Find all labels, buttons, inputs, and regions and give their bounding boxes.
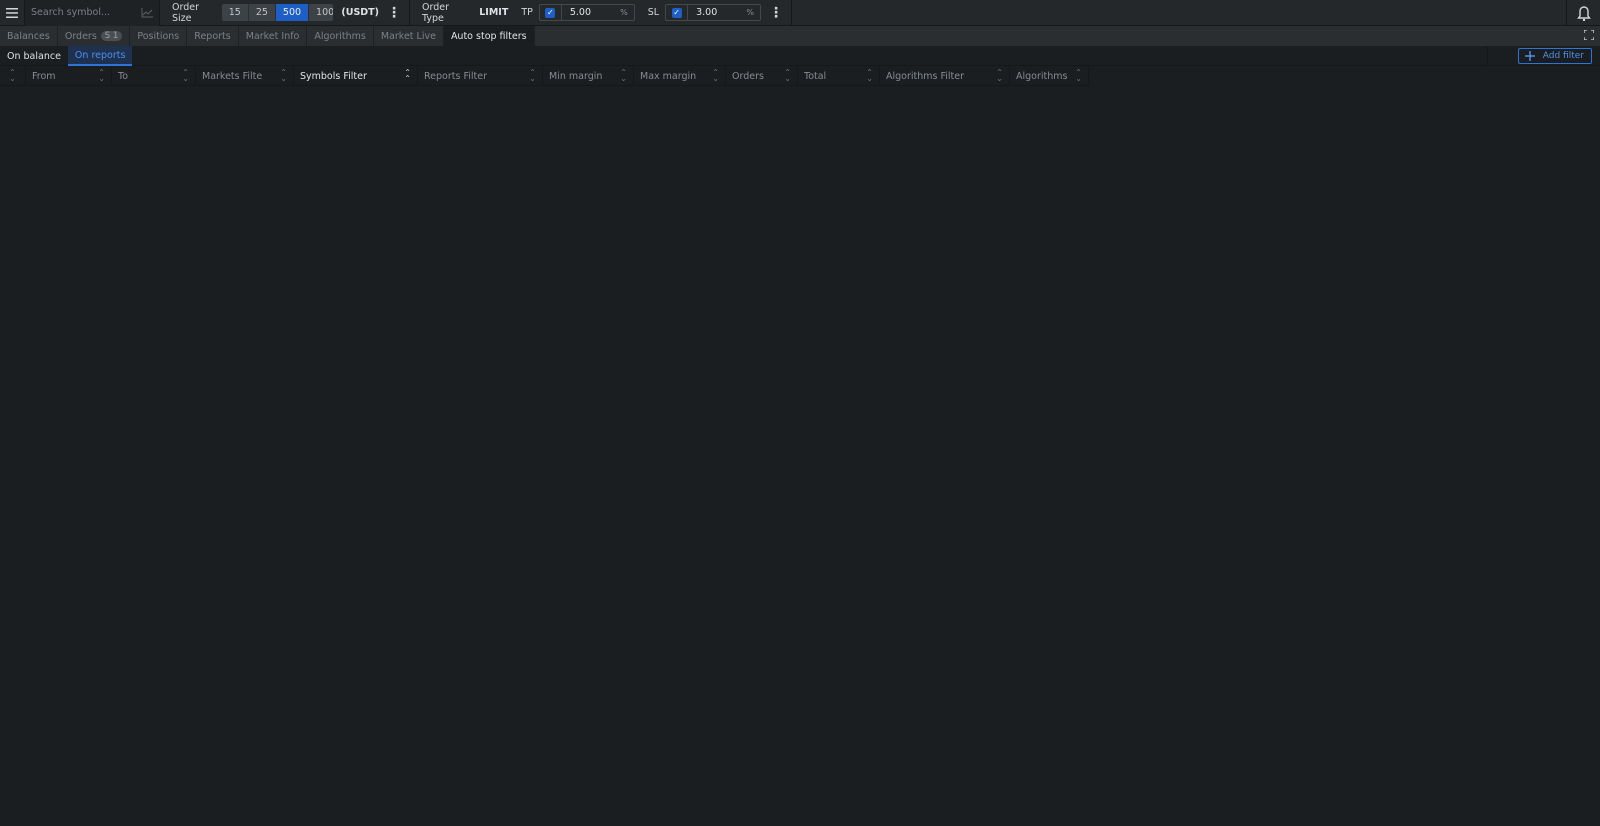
menu-button[interactable]	[0, 0, 25, 26]
sort-icon: ⌃ ⌄	[996, 68, 1003, 83]
tab-algorithms[interactable]: Algorithms	[307, 26, 374, 46]
order-size-more-icon[interactable]: ⋮	[387, 5, 401, 21]
column-markets-filter[interactable]: Markets Filte ⌃ ⌄	[196, 66, 294, 86]
sort-icon: ⌃ ⌄	[1075, 68, 1082, 83]
currency-label: (USDT)	[341, 7, 379, 18]
order-type-group: Order Type LIMIT TP ✓ 5.00 % SL ✓ 3.00 %…	[410, 0, 792, 26]
sort-icon: ⌃ ⌄	[98, 68, 105, 83]
symbol-search	[25, 0, 160, 26]
sort-icon: ⌃ ⌄	[280, 68, 287, 83]
tab-reports[interactable]: Reports	[187, 26, 239, 46]
hamburger-icon	[6, 7, 18, 18]
size-option-500[interactable]: 500	[275, 4, 310, 21]
tp-label: TP	[521, 7, 533, 18]
sort-ascending-icon: ⌃ ⌃	[404, 68, 411, 83]
order-type-more-icon[interactable]: ⋮	[769, 5, 783, 21]
sort-icon: ⌃ ⌄	[712, 68, 719, 83]
tab-market-live[interactable]: Market Live	[374, 26, 444, 46]
column-from[interactable]: From ⌃ ⌄	[26, 66, 112, 86]
subtabs: On balance On reports	[0, 46, 1600, 66]
notifications-button[interactable]	[1566, 0, 1600, 26]
sort-icon: ⌃ ⌄	[9, 68, 16, 83]
column-label: Algorithms	[1016, 70, 1068, 82]
tp-field: ✓ 5.00 %	[538, 4, 635, 21]
tab-orders-label: Orders	[64, 30, 97, 42]
column-label: To	[118, 70, 129, 82]
column-orders[interactable]: Orders ⌃ ⌄	[726, 66, 798, 86]
tp-percent: %	[620, 8, 628, 17]
plus-icon	[1524, 51, 1535, 61]
tp-input[interactable]: 5.00	[562, 7, 620, 18]
order-type-value[interactable]: LIMIT	[479, 7, 508, 18]
column-label: Orders	[732, 70, 764, 82]
column-label: Markets Filte	[202, 70, 263, 82]
column-label: Algorithms Filter	[886, 70, 965, 82]
tab-auto-stop-filters[interactable]: Auto stop filters	[443, 26, 535, 46]
add-filter-label: Add filter	[1542, 51, 1584, 61]
sort-icon: ⌃ ⌄	[620, 68, 627, 83]
order-size-label: Order Size	[172, 1, 199, 24]
tab-orders[interactable]: Orders S 1	[58, 26, 131, 46]
chart-icon[interactable]	[141, 7, 153, 18]
subtab-on-balance[interactable]: On balance	[0, 46, 68, 66]
subtab-on-reports[interactable]: On reports	[67, 46, 133, 66]
tab-market-info[interactable]: Market Info	[239, 26, 308, 46]
check-icon: ✓	[545, 7, 556, 18]
column-to[interactable]: To ⌃ ⌄	[112, 66, 196, 86]
column-max-margin[interactable]: Max margin ⌃ ⌄	[634, 66, 726, 86]
sort-all-column[interactable]: ⌃ ⌄	[0, 66, 26, 86]
add-filter-button[interactable]: Add filter	[1517, 48, 1592, 64]
sl-checkbox[interactable]: ✓	[666, 5, 689, 20]
divider	[1487, 46, 1488, 66]
column-min-margin[interactable]: Min margin ⌃ ⌄	[543, 66, 634, 86]
check-icon: ✓	[671, 7, 682, 18]
sl-input[interactable]: 3.00	[688, 7, 746, 18]
column-label: Total	[804, 70, 827, 82]
column-label: Reports Filter	[424, 70, 487, 82]
tab-balances[interactable]: Balances	[0, 26, 58, 46]
column-label: From	[32, 70, 56, 82]
sort-icon: ⌃ ⌄	[866, 68, 873, 83]
size-option-15[interactable]: 15	[221, 4, 249, 21]
column-algorithms[interactable]: Algorithms ⌃ ⌄	[1010, 66, 1089, 86]
size-option-1000[interactable]: 1000	[309, 4, 334, 21]
size-option-25[interactable]: 25	[248, 4, 276, 21]
column-algorithms-filter[interactable]: Algorithms Filter ⌃ ⌄	[880, 66, 1010, 86]
column-label: Symbols Filter	[300, 70, 367, 82]
sort-icon: ⌃ ⌄	[784, 68, 791, 83]
column-reports-filter[interactable]: Reports Filter ⌃ ⌄	[418, 66, 543, 86]
sort-icon: ⌃ ⌄	[182, 68, 189, 83]
column-label: Max margin	[640, 70, 697, 82]
orders-badge: S 1	[100, 31, 123, 41]
sl-field: ✓ 3.00 %	[665, 4, 761, 21]
order-size-group: Order Size 15 25 500 1000 (USDT) ⋮	[160, 0, 410, 26]
table-header: ⌃ ⌄ From ⌃ ⌄ To ⌃ ⌄ Markets Filte ⌃ ⌄ Symbols F…	[0, 66, 1089, 86]
tp-checkbox[interactable]: ✓	[540, 5, 562, 20]
order-type-label: Order Type	[422, 1, 449, 24]
search-input[interactable]	[31, 7, 131, 18]
sl-label: SL	[647, 7, 660, 18]
sort-icon: ⌃ ⌄	[529, 68, 536, 83]
column-total[interactable]: Total ⌃ ⌄	[798, 66, 880, 86]
sl-percent: %	[746, 8, 754, 17]
top-toolbar: Order Size 15 25 500 1000 (USDT) ⋮ Order…	[0, 0, 1600, 26]
column-label: Min margin	[549, 70, 603, 82]
bell-icon	[1576, 6, 1591, 21]
column-symbols-filter[interactable]: Symbols Filter ⌃ ⌃	[294, 66, 418, 86]
fullscreen-icon[interactable]	[1584, 30, 1594, 40]
tab-positions[interactable]: Positions	[130, 26, 188, 46]
panel-tabs: Balances Orders S 1 Positions Reports Mar…	[0, 26, 1600, 46]
